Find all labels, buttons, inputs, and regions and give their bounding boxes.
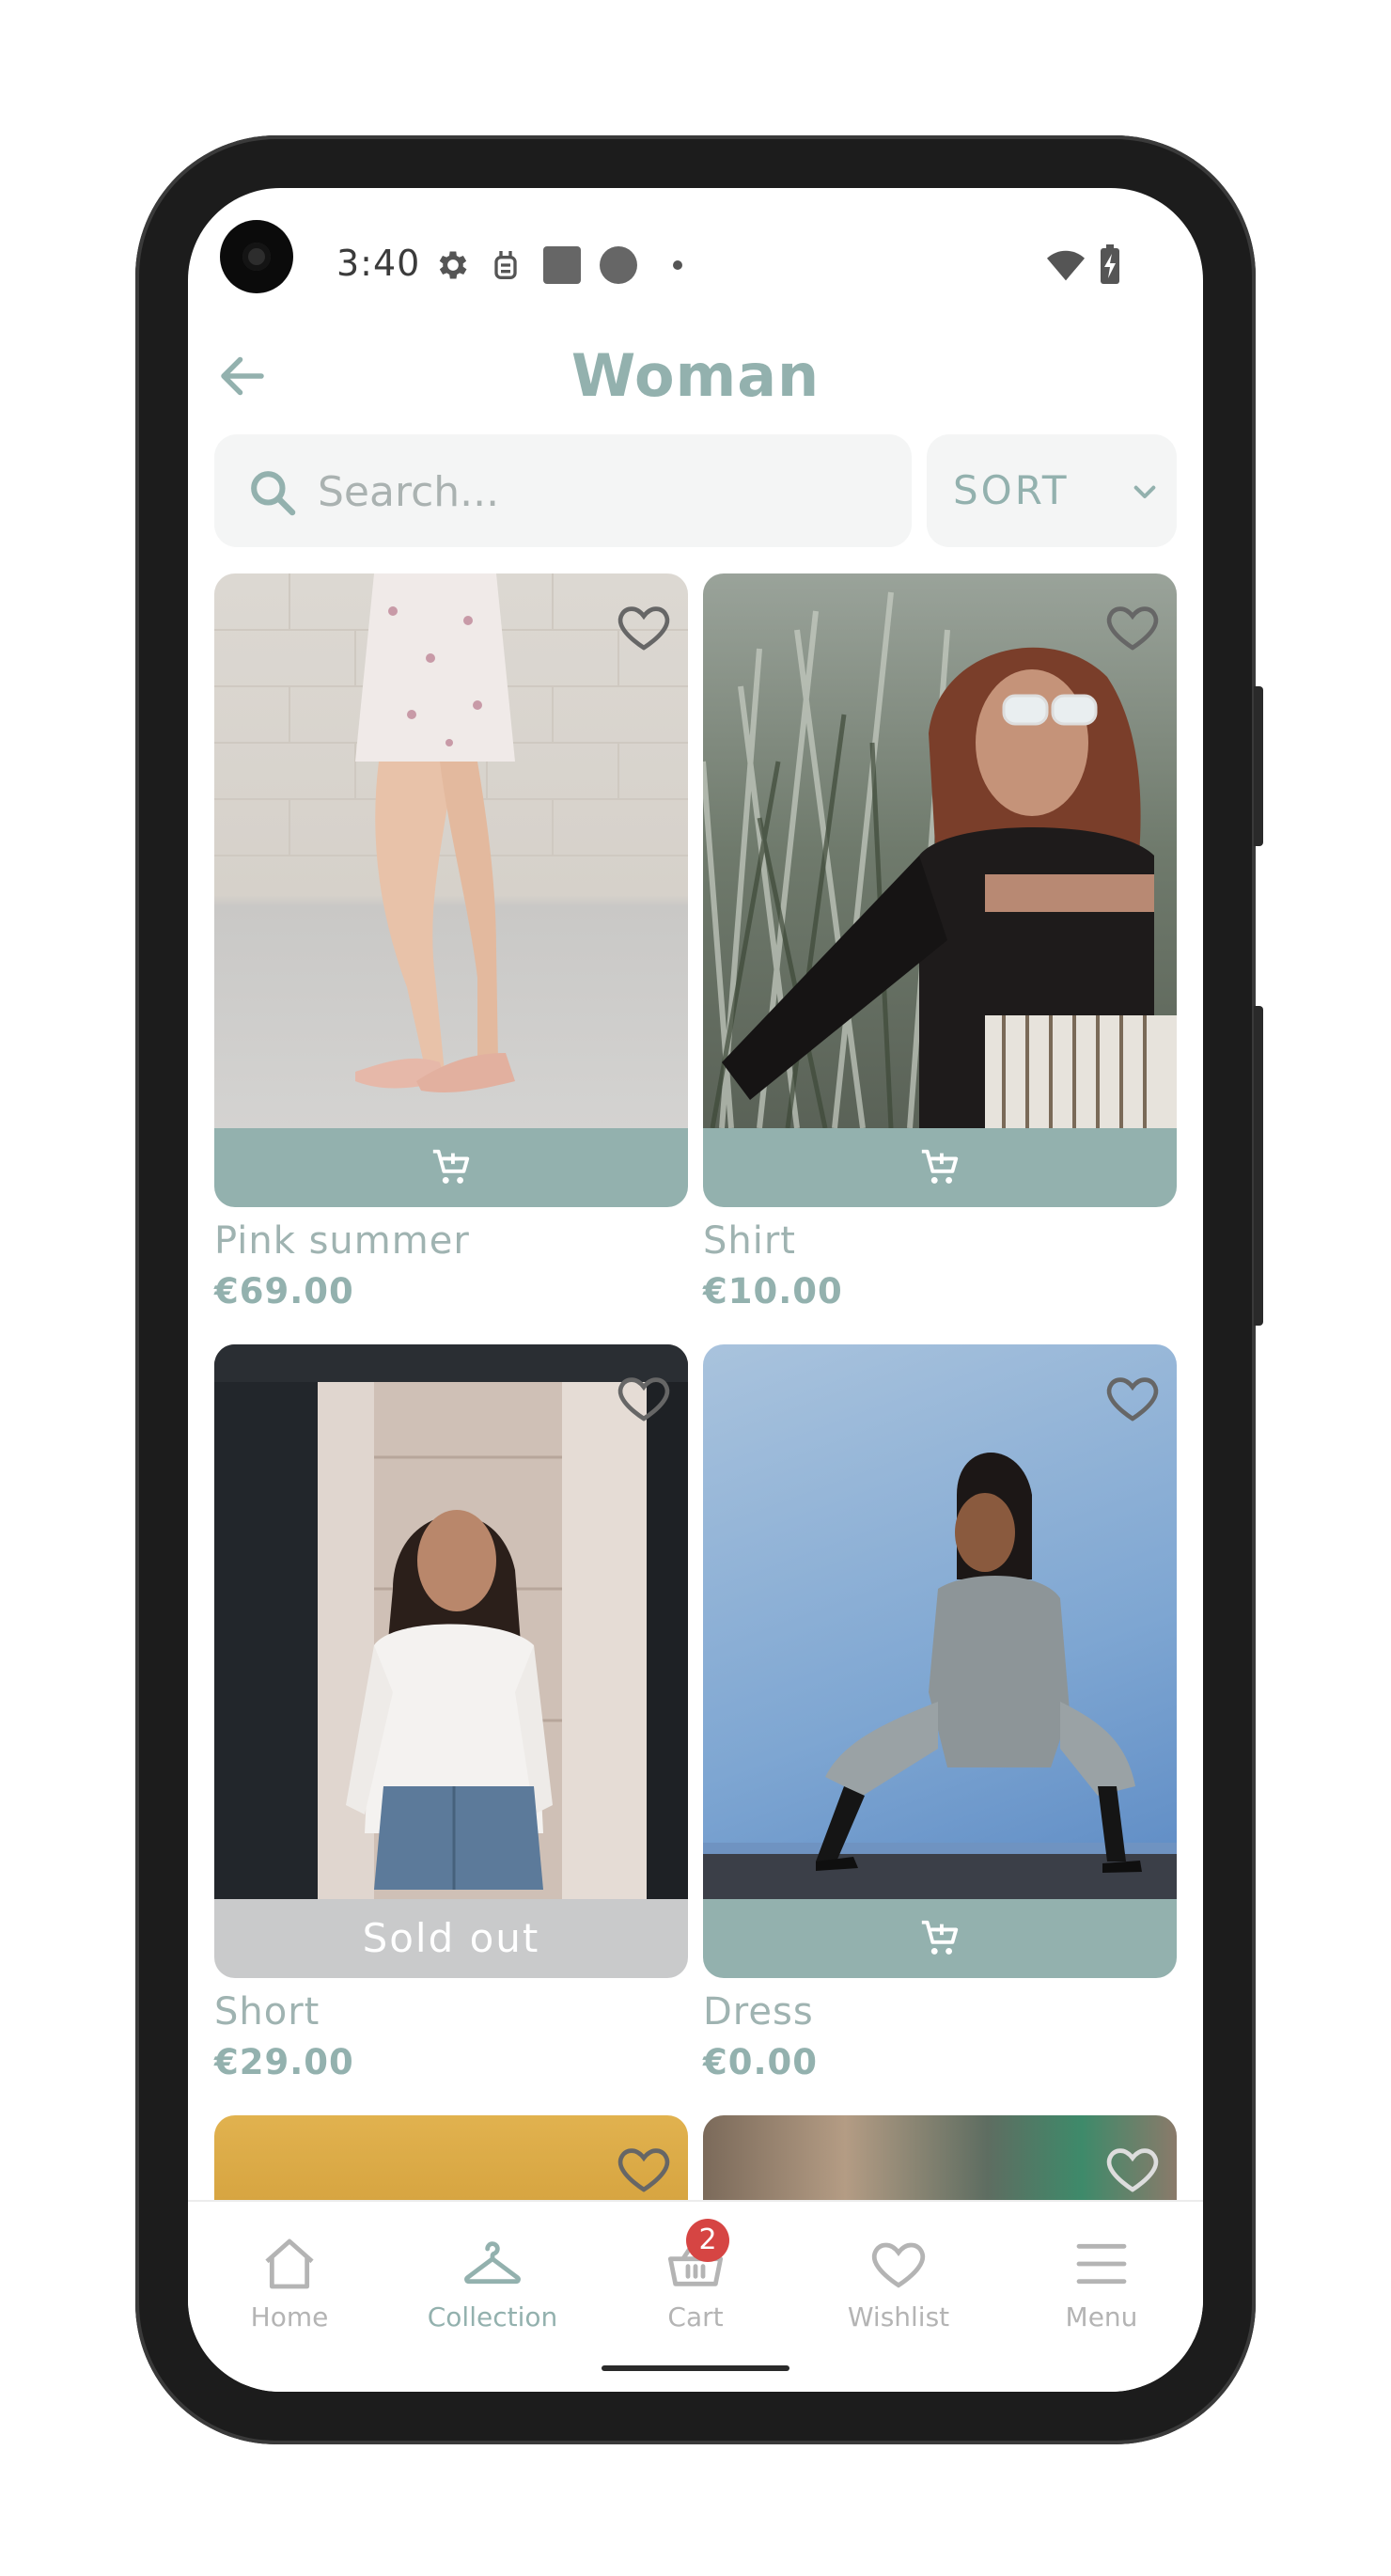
front-camera <box>220 220 293 293</box>
product-price: €69.00 <box>214 1271 354 1312</box>
more-notifications-dot <box>673 260 682 270</box>
search-input[interactable] <box>316 449 883 534</box>
nav-item-menu[interactable]: Menu <box>1000 2200 1203 2341</box>
nav-label: Collection <box>427 2301 558 2333</box>
home-icon <box>265 2238 314 2289</box>
wishlist-heart-icon[interactable] <box>615 2140 673 2198</box>
wifi-icon <box>1047 250 1085 281</box>
product-name[interactable]: Short <box>214 1989 320 2034</box>
product-name[interactable]: Pink summer <box>214 1218 470 1264</box>
product-name[interactable]: Dress <box>703 1989 814 2034</box>
sold-out-label: Sold out <box>362 1915 540 1961</box>
volume-button <box>1254 686 1263 846</box>
search-icon <box>251 471 296 516</box>
add-to-cart-icon <box>921 1920 959 1955</box>
wishlist-heart-icon[interactable] <box>615 1369 673 1427</box>
wishlist-heart-icon[interactable] <box>1103 598 1162 656</box>
wishlist-heart-icon[interactable] <box>615 598 673 656</box>
product-price: €0.00 <box>703 2042 819 2082</box>
menu-icon <box>1076 2243 1127 2285</box>
settings-icon <box>439 251 467 279</box>
chevron-down-icon <box>1133 485 1156 498</box>
notification-circle-icon <box>600 246 637 284</box>
product-image[interactable] <box>703 573 1177 1128</box>
nav-label: Cart <box>667 2301 724 2333</box>
nav-item-wishlist[interactable]: Wishlist <box>797 2200 1000 2341</box>
nav-label: Menu <box>1065 2301 1138 2333</box>
hanger-icon <box>464 2241 521 2285</box>
notification-square-icon <box>543 246 581 284</box>
nav-label: Wishlist <box>847 2301 950 2333</box>
page-title: Woman <box>570 341 821 410</box>
power-button <box>1254 1006 1263 1326</box>
nav-item-home[interactable]: Home <box>188 2200 391 2341</box>
product-image[interactable] <box>214 1344 688 1899</box>
wishlist-heart-icon[interactable] <box>1103 1369 1162 1427</box>
sort-label: SORT <box>953 467 1070 513</box>
home-indicator[interactable] <box>602 2365 789 2371</box>
add-to-cart-icon <box>432 1149 470 1184</box>
add-to-cart-icon <box>921 1149 959 1184</box>
nav-label: Home <box>250 2301 329 2333</box>
product-image[interactable] <box>703 1344 1177 1899</box>
battery-icon <box>1101 244 1119 284</box>
product-price: €10.00 <box>703 1271 843 1312</box>
product-name[interactable]: Shirt <box>703 1218 796 1264</box>
heart-icon <box>871 2242 926 2288</box>
cart-count-badge: 2 <box>686 2219 729 2262</box>
status-time: 3:40 <box>336 243 421 284</box>
product-price: €29.00 <box>214 2042 354 2082</box>
product-image[interactable] <box>214 573 688 1128</box>
robot-icon <box>494 251 517 279</box>
screen: 3:40 Woman SORT <box>188 188 1203 2392</box>
wishlist-heart-icon[interactable] <box>1103 2140 1162 2198</box>
nav-item-collection[interactable]: Collection <box>391 2200 594 2341</box>
